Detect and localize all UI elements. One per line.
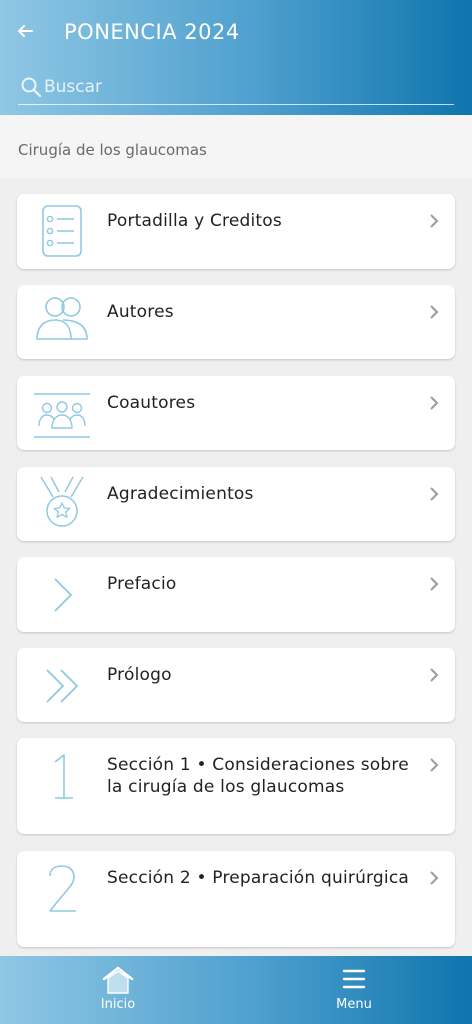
list-item-coautores[interactable]: Coautores (17, 376, 455, 450)
page-title: PONENCIA 2024 (64, 20, 240, 44)
tab-label: Inicio (100, 997, 136, 1012)
chapter-list: Portadilla y Creditos Autores Coautores (0, 178, 472, 956)
list-item-label: Prefacio (107, 574, 177, 594)
list-item-label: Autores (107, 302, 174, 322)
bottom-nav: Inicio Menu (0, 956, 472, 1024)
list-item-label: Sección 2 • Preparación quirúrgica (107, 868, 410, 888)
list-item-prefacio[interactable]: Prefacio (17, 557, 455, 632)
home-icon (102, 966, 134, 994)
tab-inicio[interactable]: Inicio (0, 956, 236, 1024)
list-item-label: Coautores (107, 393, 196, 413)
list-item-autores[interactable]: Autores (17, 285, 455, 359)
list-item-agradecimientos[interactable]: Agradecimientos (17, 467, 455, 541)
chevron-right-icon (430, 487, 439, 501)
tab-label: Menu (336, 997, 372, 1012)
section-label: Cirugía de los glaucomas (0, 115, 472, 178)
chevron-right-icon (430, 396, 439, 410)
list-document-icon (42, 205, 82, 257)
list-item-label: Prólogo (107, 665, 172, 685)
chevron-right-icon (430, 305, 439, 319)
number-2-icon (49, 865, 76, 912)
medal-icon (40, 476, 84, 527)
chevron-right-icon (430, 577, 439, 591)
list-item-portadilla[interactable]: Portadilla y Creditos (17, 194, 455, 269)
double-chevron-icon (46, 669, 79, 703)
chevron-right-icon (54, 578, 73, 612)
search-input[interactable] (44, 74, 444, 100)
search-icon (21, 77, 42, 98)
chevron-right-icon (430, 668, 439, 682)
list-item-label: Agradecimientos (107, 484, 254, 504)
list-item-seccion-1[interactable]: Sección 1 • Consideraciones sobre la cir… (17, 738, 455, 834)
list-item-label: Sección 1 • Consideraciones sobre la cir… (107, 755, 409, 797)
chevron-right-icon (430, 871, 439, 885)
two-people-icon (36, 297, 88, 340)
hamburger-menu-icon (342, 969, 366, 989)
arrow-left-icon[interactable] (14, 20, 36, 42)
number-1-icon (54, 754, 73, 799)
list-item-label: Portadilla y Creditos (107, 211, 282, 231)
app-header: PONENCIA 2024 (0, 0, 472, 115)
tab-menu[interactable]: Menu (236, 956, 472, 1024)
chevron-right-icon (430, 758, 439, 772)
search-bar[interactable] (18, 72, 454, 105)
chevron-right-icon (430, 214, 439, 228)
group-icon (34, 393, 90, 438)
list-item-prologo[interactable]: Prólogo (17, 648, 455, 722)
list-item-seccion-2[interactable]: Sección 2 • Preparación quirúrgica (17, 851, 455, 947)
